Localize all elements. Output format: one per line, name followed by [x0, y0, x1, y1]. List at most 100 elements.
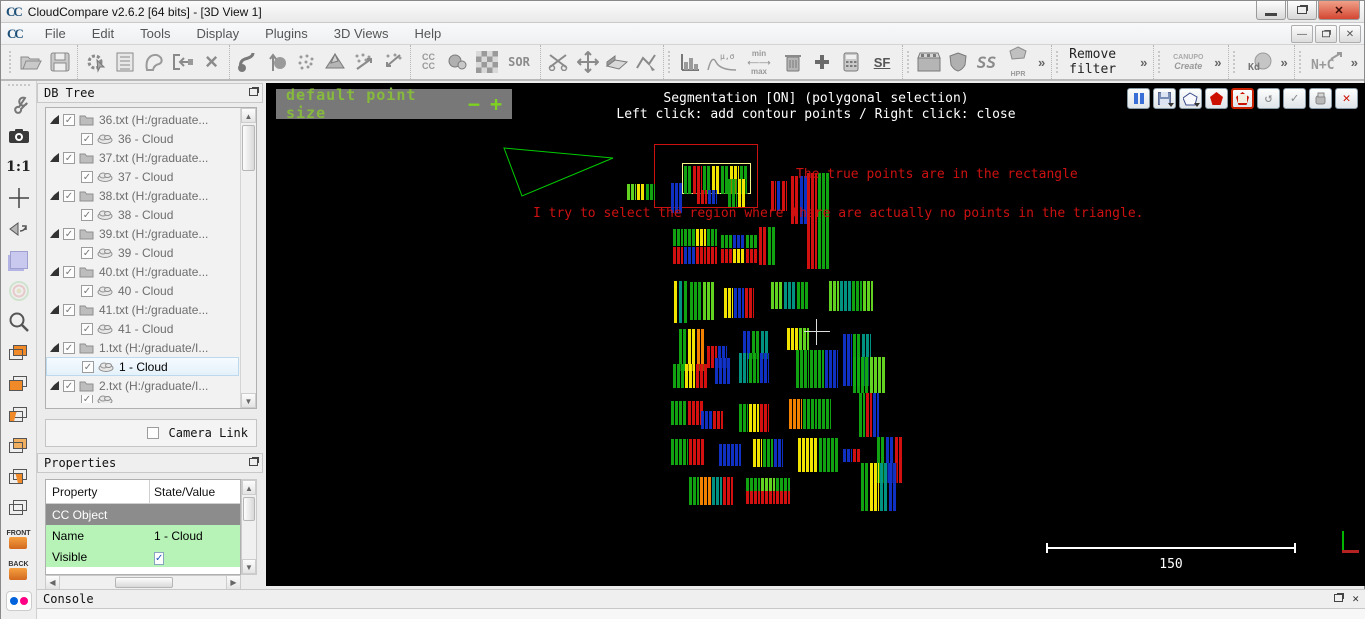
visibility-checkbox[interactable]: ✓	[63, 114, 75, 126]
visibility-checkbox[interactable]: ✓	[82, 361, 94, 373]
zoom-1-1-icon[interactable]: 1:1	[4, 153, 34, 181]
sf-calculator-icon[interactable]	[837, 49, 864, 76]
visibility-checkbox[interactable]: ✓	[81, 171, 93, 183]
segment-scissors-icon[interactable]	[545, 49, 572, 76]
camera-view-icon[interactable]	[4, 215, 34, 243]
visibility-checkbox[interactable]: ✓	[63, 342, 75, 354]
bubble-view-icon[interactable]	[4, 277, 34, 305]
console-close-icon[interactable]: ✕	[1352, 592, 1359, 605]
mdi-minimize-button[interactable]: —	[1291, 25, 1313, 43]
minimize-button[interactable]	[1256, 1, 1286, 20]
tree-item-cloud[interactable]: ✓37 - Cloud	[46, 167, 239, 186]
polyline-trace-icon[interactable]	[632, 49, 659, 76]
subsample-icon[interactable]	[379, 49, 406, 76]
expand-arrow-icon[interactable]	[50, 343, 59, 352]
properties-list-icon[interactable]	[111, 49, 138, 76]
remove-filter-button[interactable]: Remove filter	[1061, 45, 1137, 81]
mdi-restore-button[interactable]	[1315, 25, 1337, 43]
expand-arrow-icon[interactable]	[50, 115, 59, 124]
menu-edit[interactable]: Edit	[79, 24, 127, 43]
console-float-icon[interactable]	[1334, 594, 1343, 602]
view-iso-back-icon[interactable]: BACK	[4, 556, 34, 584]
visibility-checkbox[interactable]: ✓	[63, 380, 75, 392]
col-state-value[interactable]: State/Value	[150, 485, 240, 499]
filter-by-value-icon[interactable]: min⟵⟶max	[741, 49, 777, 76]
tree-item-cloud[interactable]: ✓39 - Cloud	[46, 243, 239, 262]
visibility-checkbox[interactable]: ✓	[63, 152, 75, 164]
register-icon[interactable]	[444, 49, 471, 76]
properties-float-icon[interactable]	[249, 458, 258, 466]
visibility-checkbox[interactable]: ✓	[63, 190, 75, 202]
ssao-icon[interactable]: SS	[973, 49, 1000, 76]
gear-pointer-icon[interactable]	[82, 49, 109, 76]
expand-arrow-icon[interactable]	[50, 381, 59, 390]
delete-icon[interactable]: ×	[198, 49, 225, 76]
menu-plugins[interactable]: Plugins	[252, 24, 321, 43]
visibility-checkbox[interactable]: ✓	[63, 228, 75, 240]
visibility-checkbox[interactable]: ✓	[81, 323, 93, 335]
tree-item-cloud[interactable]: ✓41 - Cloud	[46, 319, 239, 338]
hpr-icon[interactable]: HPR	[1002, 49, 1034, 76]
point-size-decrease-button[interactable]: −	[468, 94, 480, 114]
interactive-segmentation-icon[interactable]	[234, 49, 261, 76]
confirm-segmentation-button[interactable]: ✓	[1283, 88, 1306, 109]
name-row[interactable]: Name 1 - Cloud	[46, 525, 240, 546]
toolbar-overflow-chevron[interactable]: »	[1035, 55, 1048, 70]
animation-icon[interactable]	[915, 49, 942, 76]
align-icon[interactable]: CCCC	[415, 49, 442, 76]
open-icon[interactable]	[17, 49, 44, 76]
tree-item-file[interactable]: ✓1.txt (H:/graduate/I...	[46, 338, 239, 357]
stereo-mode-icon[interactable]	[4, 587, 34, 615]
point-size-increase-button[interactable]: +	[490, 94, 502, 114]
perspective-cube-icon[interactable]	[4, 246, 34, 274]
sample-points-icon[interactable]	[350, 49, 377, 76]
visibility-checkbox[interactable]: ✓	[63, 266, 75, 278]
view-back-icon[interactable]	[4, 432, 34, 460]
segment-in-button[interactable]	[1205, 88, 1228, 109]
close-button[interactable]: ✕	[1318, 1, 1360, 20]
expand-arrow-icon[interactable]	[50, 305, 59, 314]
scroll-thumb[interactable]	[242, 125, 255, 171]
camera-link-checkbox[interactable]	[147, 427, 159, 439]
stat-test-icon[interactable]: μ,σ	[705, 49, 739, 76]
filter-overflow-chevron[interactable]: »	[1137, 55, 1150, 70]
tree-item-cloud[interactable]: ✓36 - Cloud	[46, 129, 239, 148]
screenshot-icon[interactable]	[4, 122, 34, 150]
mdi-close-button[interactable]: ✕	[1339, 25, 1361, 43]
normals-icon[interactable]: N+C	[1307, 49, 1347, 76]
expand-arrow-icon[interactable]	[50, 267, 59, 276]
kd-overflow-chevron[interactable]: »	[1278, 55, 1291, 70]
tree-item-cloud[interactable]: ✓40 - Cloud	[46, 281, 239, 300]
display-options-icon[interactable]	[4, 91, 34, 119]
segment-out-button[interactable]	[1231, 88, 1254, 109]
menu-display[interactable]: Display	[184, 24, 253, 43]
menu-file[interactable]: File	[32, 24, 79, 43]
canupo-overflow-chevron[interactable]: »	[1211, 55, 1224, 70]
cancel-segmentation-button[interactable]: ✕	[1335, 88, 1358, 109]
apply-transform-icon[interactable]	[169, 49, 196, 76]
tree-item-file[interactable]: ✓40.txt (H:/graduate...	[46, 262, 239, 281]
visibility-checkbox[interactable]: ✓	[81, 133, 93, 145]
point-picking-icon[interactable]	[263, 49, 290, 76]
view-front-icon[interactable]	[4, 370, 34, 398]
point-list-picking-icon[interactable]	[292, 49, 319, 76]
restore-button[interactable]	[1287, 1, 1317, 20]
visibility-checkbox[interactable]: ✓	[81, 395, 93, 403]
confirm-and-delete-button[interactable]	[1309, 88, 1332, 109]
save-icon[interactable]	[46, 49, 73, 76]
reset-segmentation-button[interactable]: ↺	[1257, 88, 1280, 109]
mesh-icon[interactable]	[321, 49, 348, 76]
scroll-up-arrow[interactable]: ▲	[241, 108, 256, 123]
polygon-mode-button[interactable]	[1179, 88, 1202, 109]
tree-item-file[interactable]: ✓38.txt (H:/graduate...	[46, 186, 239, 205]
visibility-checkbox[interactable]: ✓	[81, 247, 93, 259]
tree-item-cloud[interactable]: ✓	[46, 395, 239, 403]
sf-arithmetic-icon[interactable]: SF	[866, 49, 898, 76]
view-top-icon[interactable]	[4, 339, 34, 367]
view-bottom-icon[interactable]	[4, 494, 34, 522]
kdtree-icon[interactable]: Kd	[1241, 49, 1277, 76]
histogram-icon[interactable]	[676, 49, 703, 76]
delete-sf-icon[interactable]	[779, 49, 806, 76]
save-segmentation-button[interactable]	[1153, 88, 1176, 109]
menu-tools[interactable]: Tools	[127, 24, 183, 43]
